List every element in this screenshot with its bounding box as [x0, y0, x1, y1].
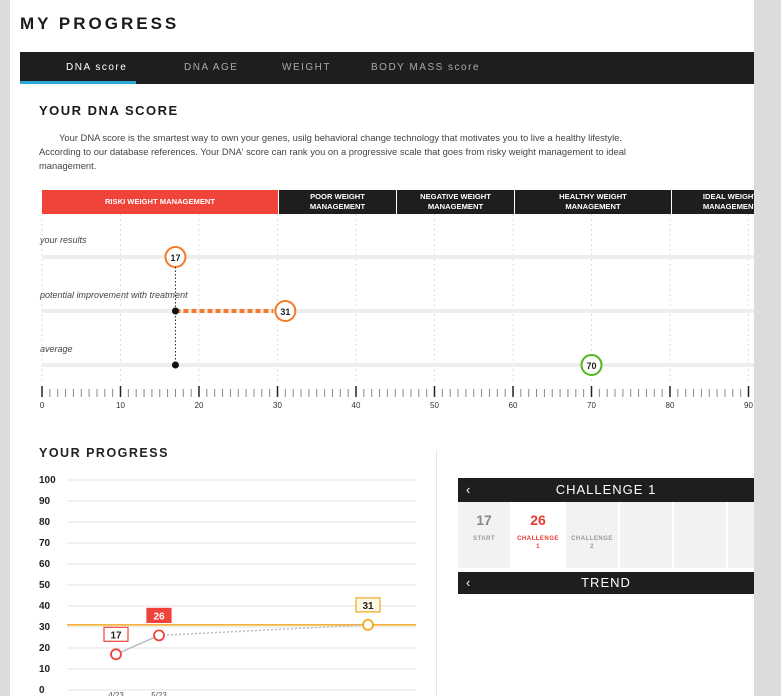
y-tick-label: 50: [39, 580, 51, 591]
challenge-cells: 17 START 26 CHALLENGE 1 CHALLENGE 2: [458, 502, 754, 568]
scale-tick-label: 10: [116, 401, 125, 410]
description-line: According to our database references. Yo…: [39, 146, 626, 157]
challenge-cell[interactable]: [620, 502, 674, 568]
challenge-cell[interactable]: [728, 502, 754, 568]
tab-dna-age[interactable]: DNA AGE: [184, 52, 238, 84]
divider: [436, 450, 437, 696]
challenge-cell-start[interactable]: 17 START: [458, 502, 512, 568]
scale-tick-label: 60: [509, 401, 518, 410]
y-tick-label: 80: [39, 517, 51, 528]
x-tick-label: 4/23: [108, 691, 124, 696]
y-tick-label: 20: [39, 643, 51, 654]
tab-body-mass-score[interactable]: BODY MASS score: [371, 52, 480, 84]
category-line: MANAGEMENT: [702, 202, 754, 211]
scale-tick-label: 30: [273, 401, 282, 410]
trend-header: ‹ TREND: [458, 572, 754, 594]
y-tick-label: 70: [39, 538, 51, 549]
potential-start-dot: [171, 307, 179, 315]
y-tick-label: 90: [39, 496, 51, 507]
cell-caption: START: [472, 536, 496, 542]
data-point: [362, 618, 374, 631]
y-tick-label: 100: [39, 475, 56, 486]
tab-bar: DNA score DNA AGE WEIGHT BODY MASS score: [20, 52, 754, 84]
series-line-projected: [158, 624, 369, 637]
data-point: [110, 648, 122, 661]
scale-tick-label: 80: [666, 401, 675, 410]
description-line: management.: [39, 160, 97, 171]
cell-caption-line: 1: [536, 544, 540, 550]
challenge-title: CHALLENGE 1: [555, 482, 657, 497]
category-negative: NEGATIVE WEIGHT MANAGEMENT: [396, 190, 514, 214]
category-line: MANAGEMENT: [427, 202, 484, 211]
y-tick-label: 0: [39, 685, 45, 696]
scale-tick-label: 40: [352, 401, 361, 410]
category-line: NEGATIVE WEIGHT: [420, 192, 491, 201]
progress-chart: 10090807060504030201001726314/23 5/23: [39, 475, 416, 696]
category-line: MANAGEMENT: [309, 202, 366, 211]
category-risky: RISKI WEIGHT MANAGEMENT: [42, 190, 278, 214]
your-results-value: 17: [170, 253, 180, 263]
data-label: 31: [362, 601, 374, 612]
trend-title: TREND: [581, 575, 631, 590]
category-label: RISKI WEIGHT MANAGEMENT: [104, 197, 216, 206]
y-tick-label: 60: [39, 559, 51, 570]
scale-tick-label: 0: [40, 401, 45, 410]
y-tick-label: 10: [39, 664, 51, 675]
y-tick-label: 30: [39, 622, 51, 633]
cell-caption: CHALLENGE 2: [566, 535, 618, 551]
active-tab-indicator: [20, 81, 136, 84]
potential-value: 31: [280, 307, 290, 317]
category-line: MANAGEMENT: [565, 202, 621, 211]
cell-value: 26: [530, 512, 546, 528]
challenge-panel: ‹ CHALLENGE 1 17 START 26 CHALLENGE 1 CHA…: [458, 478, 754, 594]
category-label: IDEAL WEIGHT MANAGEMENT: [703, 192, 754, 212]
tab-weight[interactable]: WEIGHT: [282, 52, 331, 84]
category-label: NEGATIVE WEIGHT MANAGEMENT: [420, 192, 491, 212]
scale-tick-label: 70: [587, 401, 596, 410]
cell-caption: CHALLENGE 1: [512, 535, 564, 551]
dna-score-description: Your DNA score is the smartest way to ow…: [39, 131, 754, 173]
dna-score-title: YOUR DNA SCORE: [39, 103, 179, 118]
data-point: [153, 629, 165, 642]
scale-tick-label: 20: [195, 401, 204, 410]
y-tick-label: 40: [39, 601, 51, 612]
tab-dna-score[interactable]: DNA score: [66, 52, 128, 84]
progress-title: YOUR PROGRESS: [39, 446, 169, 460]
cell-value: 17: [476, 512, 492, 528]
challenge-cell-1[interactable]: 26 CHALLENGE 1: [512, 502, 566, 568]
description-line: Your DNA score is the smartest way to ow…: [59, 132, 622, 143]
scale-tick-label: 90: [744, 401, 753, 410]
cell-caption-line: CHALLENGE: [517, 536, 559, 542]
challenge-cell-2[interactable]: CHALLENGE 2: [566, 502, 620, 568]
dna-score-scale: 17 31 70 0 10 20 30 40 50 60 70 80 90: [40, 214, 754, 410]
category-healthy: HEALTHY WEIGHT MANAGEMENT: [514, 190, 671, 214]
data-label: 26: [153, 611, 165, 622]
category-poor: POOR WEIGHT MANAGEMENT: [278, 190, 396, 214]
category-line: IDEAL WEIGHT: [702, 192, 754, 201]
category-line: POOR WEIGHT: [310, 192, 365, 201]
scale-tick-label: 50: [430, 401, 439, 410]
category-ideal: IDEAL WEIGHT MANAGEMENT: [671, 190, 754, 214]
data-label: 17: [110, 630, 122, 641]
progress-page: MY PROGRESS DNA score DNA AGE WEIGHT BOD…: [10, 0, 754, 696]
category-bar: RISKI WEIGHT MANAGEMENT POOR WEIGHT MANAG…: [42, 190, 754, 214]
cell-caption-line: 2: [590, 544, 594, 550]
challenge-cell[interactable]: [674, 502, 728, 568]
page-title: MY PROGRESS: [20, 14, 180, 33]
challenge-header: ‹ CHALLENGE 1: [458, 478, 754, 502]
cell-value: [566, 512, 618, 528]
x-tick-label: 5/23: [151, 691, 167, 696]
average-value: 70: [586, 361, 596, 371]
category-label: HEALTHY WEIGHT MANAGEMENT: [559, 192, 627, 212]
average-start-dot: [171, 361, 179, 369]
category-line: HEALTHY WEIGHT: [559, 192, 627, 201]
category-label: POOR WEIGHT MANAGEMENT: [310, 192, 365, 212]
cell-caption-line: CHALLENGE: [571, 536, 613, 542]
